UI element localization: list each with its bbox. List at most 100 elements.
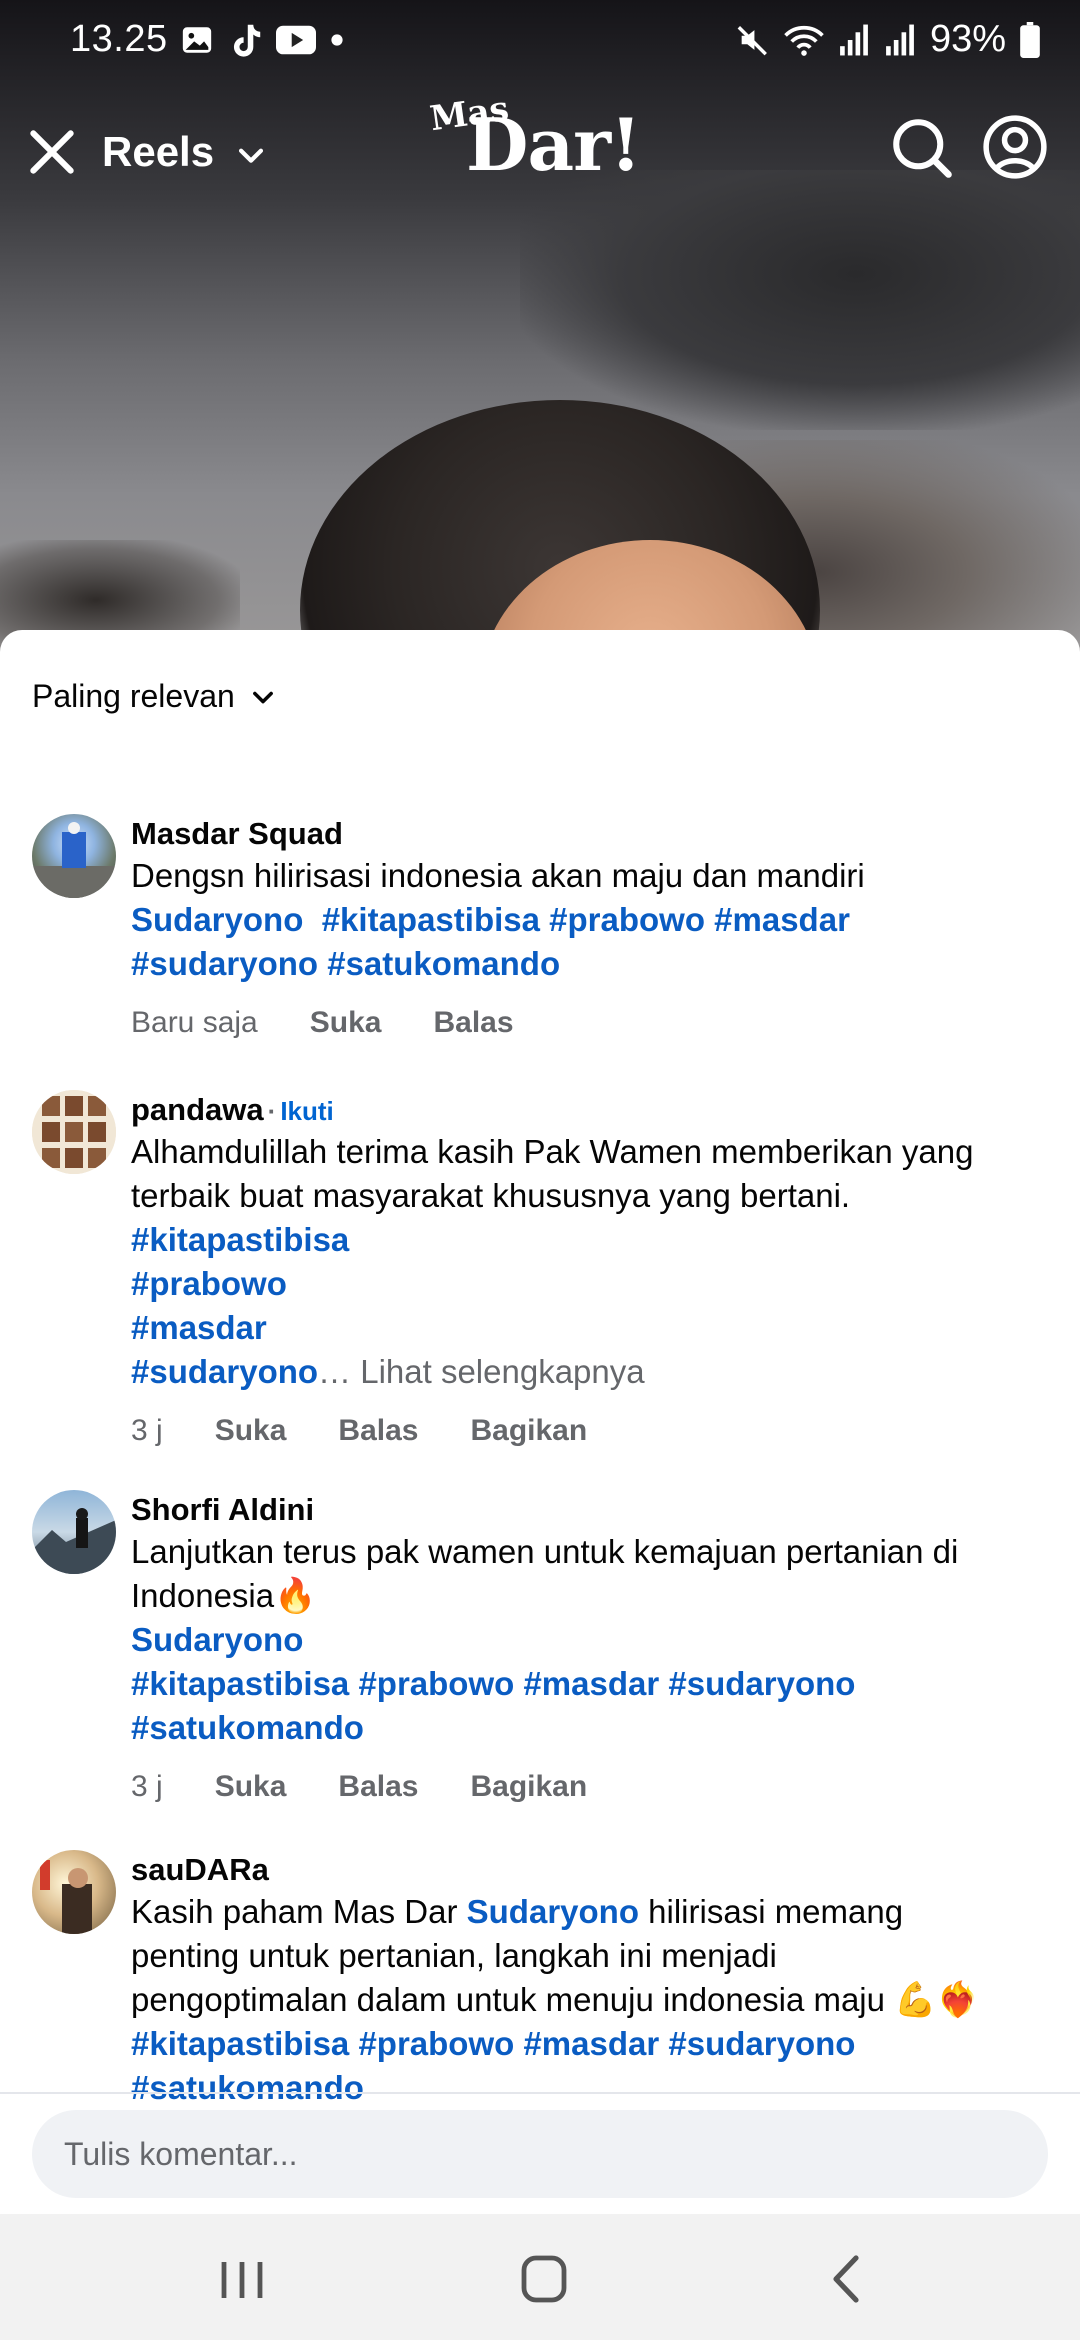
avatar-image [32,822,116,898]
comment-header: pandawa · Ikuti [131,1090,1031,1130]
comment-text: Alhamdulillah terima kasih Pak Wamen mem… [131,1130,1031,1394]
battery-percent: 93% [929,18,1006,60]
comment-text-line: Alhamdulillah terima kasih Pak Wamen mem… [131,1133,974,1170]
comment-actions: 3 j Suka Balas Bagikan [131,1414,1031,1448]
comment-text-fragment: Indonesia [131,1577,275,1614]
sort-label: Paling relevan [32,678,235,714]
sort-dropdown[interactable]: Paling relevan [32,678,277,715]
composer-divider [0,2092,1080,2094]
comment-text-fragment: hilirisasi memang [639,1893,904,1930]
comment-text-line: #sudaryono… Lihat selengkapnya [131,1350,1031,1394]
share-button[interactable]: Bagikan [470,1414,587,1448]
avatar[interactable] [32,1490,116,1574]
comment-text-line: terbaik buat masyarakat khususnya yang b… [131,1177,851,1214]
mention-link[interactable]: Sudaryono [467,1893,639,1930]
wifi-icon [784,25,824,56]
comment-time: Baru saja [131,1006,258,1039]
comment-actions: Baru saja Suka Balas [131,1006,1031,1040]
comment-text-line: Kasih paham Mas Dar Sudaryono hilirisasi… [131,1890,1031,1934]
comment-text-fragment: Kasih paham Mas Dar [131,1893,467,1930]
hashtag-link[interactable]: #prabowo [131,1262,1031,1306]
status-bar: 13.25 93% [0,0,1080,84]
recent-apps-icon[interactable] [212,2254,272,2304]
ellipsis: … [318,1353,352,1390]
system-nav-bar [0,2214,1080,2340]
comment-text-line: Indonesia🔥 [131,1574,1031,1618]
reply-button[interactable]: Balas [433,1006,513,1040]
hashtag-link[interactable]: #satukomando [131,2066,1031,2110]
avatar-image [32,1090,116,1174]
fire-emoji: 🔥 [274,1577,317,1615]
emoji-group: 💪❤️‍🔥 [894,1981,979,2019]
chevron-down-icon [252,691,273,703]
avatar-image [40,1860,92,1934]
mute-icon [737,25,767,55]
share-button[interactable]: Bagikan [470,1770,587,1804]
follow-button[interactable]: Ikuti [280,1096,333,1126]
comments-sheet: Paling relevan Masdar Squad Dengsn hilir… [0,630,1080,2214]
comment-body: Shorfi Aldini Lanjutkan terus pak wamen … [131,1490,1031,1804]
system-icons: 93% [736,18,1040,61]
commenter-name[interactable]: Shorfi Aldini [131,1490,1031,1530]
avatar[interactable] [32,814,116,898]
comment-input[interactable] [32,2110,1048,2198]
reels-title[interactable]: Reels [102,128,214,176]
masdar-logo: Mas Dar! [428,89,660,204]
avatar-image [32,1508,116,1574]
chevron-down-icon[interactable] [234,138,268,172]
commenter-name[interactable]: sauDARa [131,1850,1031,1890]
hashtag-link[interactable]: #kitapastibisa #prabowo #masdar [322,901,850,938]
comment-text-fragment: pengoptimalan dalam untuk menuju indones… [131,1981,895,2018]
reels-header: Reels Mas Dar! [0,89,1080,210]
like-button[interactable]: Suka [310,1006,382,1040]
signal-icon [886,24,914,55]
dot-icon [331,34,343,46]
tiktok-icon [233,24,261,57]
signal-icon [840,24,868,55]
notification-icons [180,22,344,58]
hashtag-link[interactable]: #sudaryono [131,1353,318,1390]
avatar[interactable] [32,1850,116,1934]
comment-body: Masdar Squad Dengsn hilirisasi indonesia… [131,814,1031,1040]
comment-text-line: penting untuk pertanian, langkah ini men… [131,1937,777,1974]
hashtag-link[interactable]: #kitapastibisa #prabowo #masdar #sudaryo… [131,1662,1031,1706]
commenter-name[interactable]: Masdar Squad [131,814,1031,854]
comment-text: Dengsn hilirisasi indonesia akan maju da… [131,854,1031,986]
logo-big-text: Dar! [466,102,642,187]
back-icon[interactable] [818,2254,878,2304]
comment-time: 3 j [131,1414,163,1447]
comment-body: sauDARa Kasih paham Mas Dar Sudaryono hi… [131,1850,1031,2110]
mention-link[interactable]: Sudaryono [131,1618,1031,1662]
like-button[interactable]: Suka [215,1770,287,1804]
comment-tags-line: #sudaryono #satukomando [131,942,1031,986]
like-button[interactable]: Suka [215,1414,287,1448]
avatar[interactable] [32,1090,116,1174]
see-more-link[interactable]: Lihat selengkapnya [360,1353,644,1390]
status-time: 13.25 [70,18,168,60]
close-icon[interactable] [24,124,80,180]
home-icon[interactable] [514,2254,574,2304]
comment-text-line: pengoptimalan dalam untuk menuju indones… [131,1978,1031,2022]
comment-tags-line: Sudaryono #kitapastibisa #prabowo #masda… [131,898,1031,942]
reply-button[interactable]: Balas [338,1770,418,1804]
gallery-icon [182,27,212,53]
commenter-name[interactable]: pandawa [131,1092,264,1127]
comment-actions: 3 j Suka Balas Bagikan [131,1770,1031,1804]
separator-dot: · [267,1096,277,1126]
hashtag-link[interactable]: #masdar [131,1306,1031,1350]
hashtag-link[interactable]: #sudaryono #satukomando [131,945,560,982]
comment-text-line: Lanjutkan terus pak wamen untuk kemajuan… [131,1533,959,1570]
youtube-icon [276,25,316,55]
hashtag-link[interactable]: #satukomando [131,1706,1031,1750]
reply-button[interactable]: Balas [338,1414,418,1448]
hashtag-link[interactable]: #kitapastibisa #prabowo #masdar #sudaryo… [131,2022,1031,2066]
battery-icon [1020,21,1040,58]
comment-time: 3 j [131,1770,163,1803]
comment-text-line: Dengsn hilirisasi indonesia akan maju da… [131,857,865,894]
comment-body: pandawa · Ikuti Alhamdulillah terima kasih… [131,1090,1031,1448]
hashtag-link[interactable]: #kitapastibisa [131,1218,1031,1262]
comment-text: Kasih paham Mas Dar Sudaryono hilirisasi… [131,1890,1031,2110]
mention-link[interactable]: Sudaryono [131,901,303,938]
search-icon[interactable] [888,114,954,180]
profile-icon[interactable] [982,114,1048,180]
